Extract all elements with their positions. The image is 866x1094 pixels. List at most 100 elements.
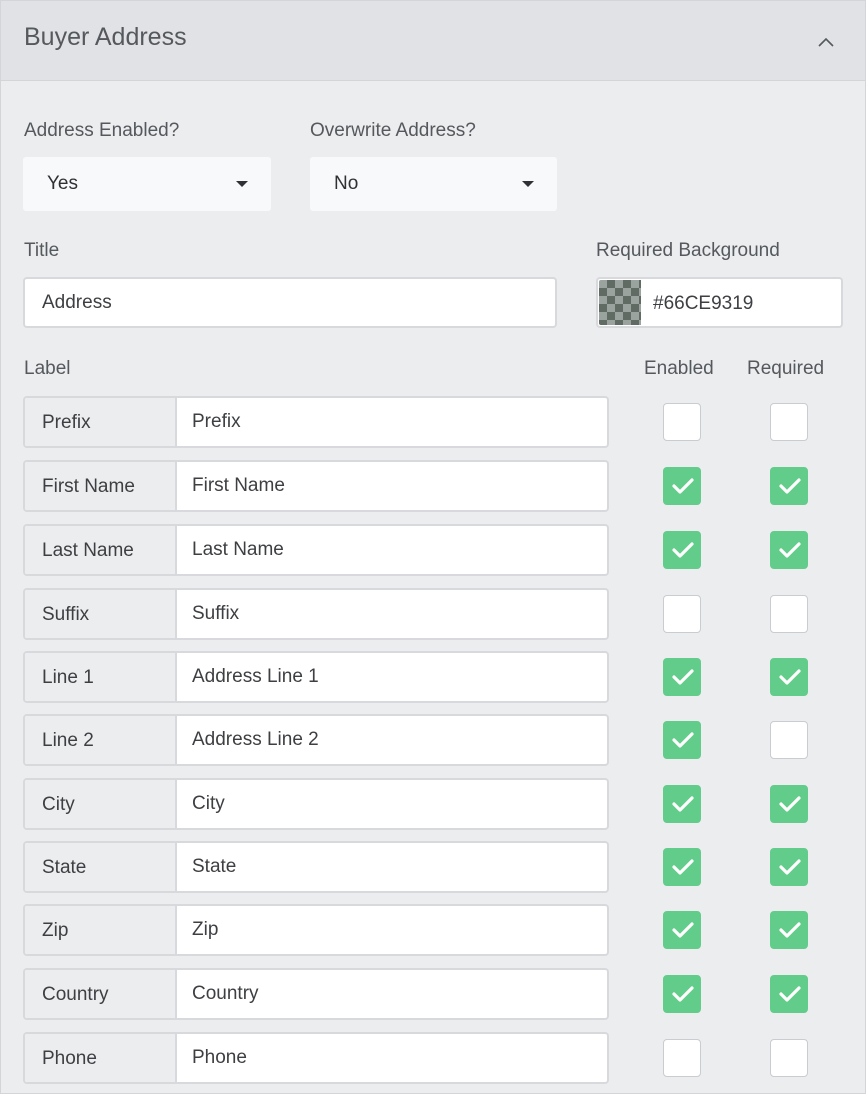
check-icon xyxy=(672,542,694,558)
field-name: Line 2 xyxy=(42,730,94,751)
check-icon xyxy=(672,478,694,494)
field-label-input-city[interactable] xyxy=(177,780,607,828)
required-checkbox-last-name[interactable] xyxy=(770,531,808,569)
required-background-field[interactable]: #66CE9319 xyxy=(596,277,843,328)
field-row-zip: Zip xyxy=(23,904,609,956)
enabled-checkbox-city[interactable] xyxy=(663,785,701,823)
enabled-checkbox-line-2[interactable] xyxy=(663,721,701,759)
panel-header[interactable]: Buyer Address xyxy=(1,1,865,81)
field-row-line-1: Line 1 xyxy=(23,651,609,703)
required-checkbox-line-2[interactable] xyxy=(770,721,808,759)
check-icon xyxy=(779,922,801,938)
overwrite-address-select[interactable]: No xyxy=(310,157,557,211)
required-checkbox-city[interactable] xyxy=(770,785,808,823)
field-name: State xyxy=(42,857,87,878)
field-name-addon: Suffix xyxy=(25,590,177,638)
field-name: Prefix xyxy=(42,412,91,433)
enabled-checkbox-line-1[interactable] xyxy=(663,658,701,696)
field-row-country: Country xyxy=(23,968,609,1020)
label-column-header: Label xyxy=(24,358,71,379)
enabled-checkbox-zip[interactable] xyxy=(663,911,701,949)
field-name-addon: Country xyxy=(25,970,177,1018)
enabled-checkbox-prefix[interactable] xyxy=(663,403,701,441)
field-name: Zip xyxy=(42,920,69,941)
color-swatch[interactable] xyxy=(599,280,641,325)
check-icon xyxy=(672,796,694,812)
enabled-checkbox-last-name[interactable] xyxy=(663,531,701,569)
field-label-input-prefix[interactable] xyxy=(177,398,607,446)
field-name-addon: Prefix xyxy=(25,398,177,446)
field-name: Suffix xyxy=(42,604,90,625)
overwrite-address-label: Overwrite Address? xyxy=(310,120,476,141)
field-row-suffix: Suffix xyxy=(23,588,609,640)
check-icon xyxy=(672,669,694,685)
field-name: City xyxy=(42,794,75,815)
caret-down-icon xyxy=(522,181,534,187)
field-label-input-line-1[interactable] xyxy=(177,653,607,701)
panel-title: Buyer Address xyxy=(24,23,187,51)
field-name-addon: State xyxy=(25,843,177,891)
field-row-prefix: Prefix xyxy=(23,396,609,448)
field-label-input-country[interactable] xyxy=(177,970,607,1018)
check-icon xyxy=(779,859,801,875)
enabled-checkbox-phone[interactable] xyxy=(663,1039,701,1077)
check-icon xyxy=(779,796,801,812)
title-label: Title xyxy=(24,240,60,261)
field-row-city: City xyxy=(23,778,609,830)
field-label-input-last-name[interactable] xyxy=(177,526,607,574)
field-label-input-state[interactable] xyxy=(177,843,607,891)
field-name-addon: First Name xyxy=(25,462,177,510)
field-label-input-first-name[interactable] xyxy=(177,462,607,510)
required-checkbox-suffix[interactable] xyxy=(770,595,808,633)
enabled-checkbox-first-name[interactable] xyxy=(663,467,701,505)
check-icon xyxy=(779,986,801,1002)
enabled-column-header: Enabled xyxy=(644,358,714,379)
check-icon xyxy=(672,922,694,938)
address-enabled-value: Yes xyxy=(47,173,78,194)
required-checkbox-line-1[interactable] xyxy=(770,658,808,696)
enabled-checkbox-suffix[interactable] xyxy=(663,595,701,633)
field-row-line-2: Line 2 xyxy=(23,714,609,766)
field-name: Line 1 xyxy=(42,667,94,688)
required-checkbox-prefix[interactable] xyxy=(770,403,808,441)
field-row-state: State xyxy=(23,841,609,893)
buyer-address-panel: Buyer Address Address Enabled? Yes Overw… xyxy=(0,0,866,1094)
chevron-up-icon[interactable] xyxy=(814,31,838,55)
field-name-addon: Line 1 xyxy=(25,653,177,701)
field-row-first-name: First Name xyxy=(23,460,609,512)
title-input[interactable] xyxy=(23,277,557,328)
required-checkbox-phone[interactable] xyxy=(770,1039,808,1077)
required-checkbox-state[interactable] xyxy=(770,848,808,886)
field-name-addon: Phone xyxy=(25,1034,177,1082)
required-background-value: #66CE9319 xyxy=(653,293,754,314)
check-icon xyxy=(672,859,694,875)
field-name-addon: City xyxy=(25,780,177,828)
address-enabled-select[interactable]: Yes xyxy=(23,157,271,211)
required-background-label: Required Background xyxy=(596,240,780,261)
field-label-input-zip[interactable] xyxy=(177,906,607,954)
field-name: Last Name xyxy=(42,540,134,561)
enabled-checkbox-country[interactable] xyxy=(663,975,701,1013)
field-row-last-name: Last Name xyxy=(23,524,609,576)
check-icon xyxy=(779,542,801,558)
required-checkbox-first-name[interactable] xyxy=(770,467,808,505)
caret-down-icon xyxy=(236,181,248,187)
field-label-input-suffix[interactable] xyxy=(177,590,607,638)
check-icon xyxy=(672,986,694,1002)
field-name-addon: Last Name xyxy=(25,526,177,574)
required-checkbox-zip[interactable] xyxy=(770,911,808,949)
field-label-input-line-2[interactable] xyxy=(177,716,607,764)
field-name-addon: Line 2 xyxy=(25,716,177,764)
required-checkbox-country[interactable] xyxy=(770,975,808,1013)
field-label-input-phone[interactable] xyxy=(177,1034,607,1082)
field-row-phone: Phone xyxy=(23,1032,609,1084)
check-icon xyxy=(672,732,694,748)
check-icon xyxy=(779,669,801,685)
overwrite-address-value: No xyxy=(334,173,359,194)
enabled-checkbox-state[interactable] xyxy=(663,848,701,886)
field-name: Phone xyxy=(42,1048,97,1069)
field-name: First Name xyxy=(42,476,135,497)
required-column-header: Required xyxy=(747,358,825,379)
check-icon xyxy=(779,478,801,494)
field-name-addon: Zip xyxy=(25,906,177,954)
